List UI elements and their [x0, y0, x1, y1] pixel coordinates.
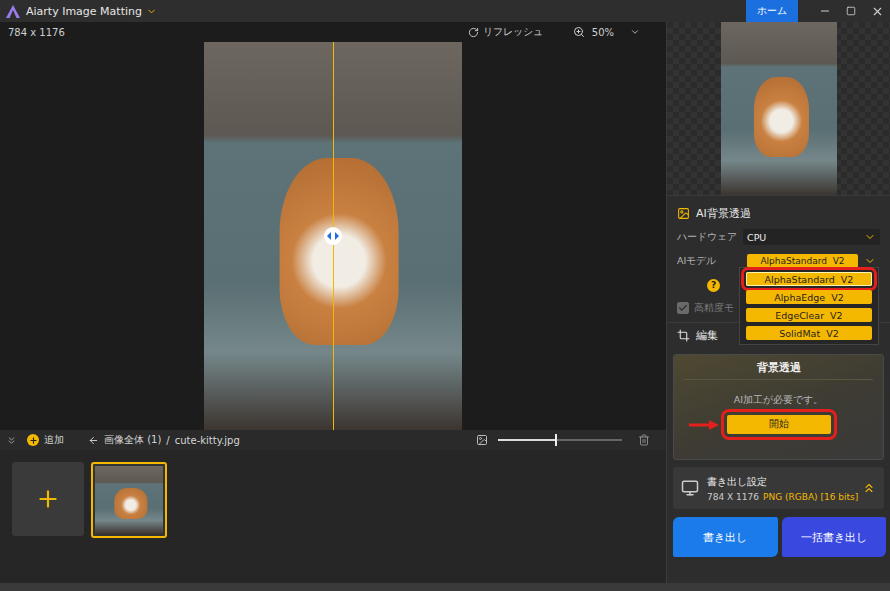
drag-arrows-icon: [327, 232, 339, 240]
add-image-tile[interactable]: [12, 462, 84, 536]
app-window: Aiarty Image Matting ホーム 784 x 1176 リフレッシュ 5…: [0, 0, 890, 591]
breadcrumb: 画像全体 (1)/cute-kitty.jpg: [88, 433, 240, 447]
crop-icon: [677, 329, 690, 342]
export-button[interactable]: 書き出し: [673, 517, 778, 557]
refresh-icon: [468, 27, 479, 38]
workspace: 784 x 1176 リフレッシュ 50% 追加 画像全体 (1)/cute-kitty…: [0, 22, 666, 583]
chevron-down-icon: [630, 27, 640, 37]
collapse-icon[interactable]: [6, 435, 17, 446]
model-option[interactable]: AlphaStandard V2: [746, 272, 872, 286]
thumbnail-photo: [95, 466, 163, 534]
image-list-toolbar: 追加 画像全体 (1)/cute-kitty.jpg: [0, 430, 666, 450]
breadcrumb-file: cute-kitty.jpg: [175, 435, 240, 446]
checkbox: [677, 302, 689, 314]
maximize-button[interactable]: [838, 0, 864, 22]
close-button[interactable]: [864, 0, 890, 22]
logo-icon: [6, 5, 20, 18]
preview-photo: [721, 22, 837, 195]
main-area: 784 x 1176 リフレッシュ 50% 追加 画像全体 (1)/cute-kitty…: [0, 22, 890, 583]
maximize-icon: [846, 6, 856, 16]
batch-export-button[interactable]: 一括書き出し: [782, 517, 887, 557]
minimize-icon: [819, 5, 831, 17]
canvas-info-bar: 784 x 1176 リフレッシュ 50%: [0, 22, 666, 42]
refresh-button[interactable]: リフレッシュ: [468, 25, 543, 39]
background-removal-card: 背景透過 AI加工が必要です。開始: [673, 354, 884, 460]
plus-icon: [35, 486, 61, 512]
add-button[interactable]: 追加: [27, 433, 64, 447]
app-title[interactable]: Aiarty Image Matting: [26, 5, 142, 18]
trash-icon[interactable]: [638, 434, 650, 446]
hardware-row: ハードウェアCPU: [677, 228, 880, 246]
side-panel: AI背景透過ハードウェアCPUAIモデルAlphaStandard V2?高精度…: [666, 22, 890, 583]
thumbnail-size-icon: [476, 434, 488, 446]
thumbnail-list: [0, 450, 666, 583]
ai-image-icon: [677, 207, 690, 220]
export-buttons: 書き出し一括書き出し: [673, 517, 886, 557]
export-settings[interactable]: 書き出し設定784 X 1176PNG (RGBA) [16 bits]: [673, 467, 884, 509]
expand-icon[interactable]: [862, 481, 876, 495]
hardware-select[interactable]: CPU: [743, 229, 880, 245]
result-preview: [667, 22, 890, 195]
breadcrumb-root[interactable]: 画像全体 (1): [104, 433, 161, 447]
section-header: AI背景透過: [677, 204, 880, 222]
model-option[interactable]: EdgeClear V2: [746, 308, 872, 322]
title-bar: Aiarty Image Matting ホーム: [0, 0, 890, 22]
minimize-button[interactable]: [812, 0, 838, 22]
card-message: AI加工が必要です。: [734, 394, 823, 407]
back-arrow-icon[interactable]: [88, 435, 99, 446]
annotation-arrow-icon: [689, 420, 719, 430]
zoom-control[interactable]: 50%: [573, 26, 640, 38]
chevron-down-icon[interactable]: [146, 6, 157, 17]
start-button[interactable]: 開始: [727, 415, 831, 434]
model-option[interactable]: AlphaEdge V2: [746, 290, 872, 304]
bottom-bar: [0, 583, 890, 591]
canvas: [0, 42, 666, 430]
check-icon: [678, 303, 688, 313]
add-circle-icon: [27, 434, 39, 446]
thumbnail[interactable]: [91, 462, 167, 538]
compare-handle[interactable]: [324, 227, 342, 245]
zoom-icon: [573, 26, 585, 38]
chevron-down-icon: [864, 255, 876, 267]
thumbnail-size-slider[interactable]: [498, 439, 622, 441]
model-dropdown-menu: AlphaStandard V2 AlphaEdge V2 EdgeClear V2…: [739, 267, 879, 345]
image-preview: [204, 42, 462, 430]
export-settings-icon: [681, 479, 699, 497]
image-dimensions: 784 x 1176: [8, 27, 65, 38]
help-button[interactable]: ?: [707, 279, 720, 292]
chevron-down-icon: [864, 231, 876, 243]
model-option[interactable]: SolidMat V2: [746, 326, 872, 340]
card-title: 背景透過: [684, 361, 873, 380]
close-icon: [871, 5, 884, 18]
home-button[interactable]: ホーム: [746, 0, 798, 22]
